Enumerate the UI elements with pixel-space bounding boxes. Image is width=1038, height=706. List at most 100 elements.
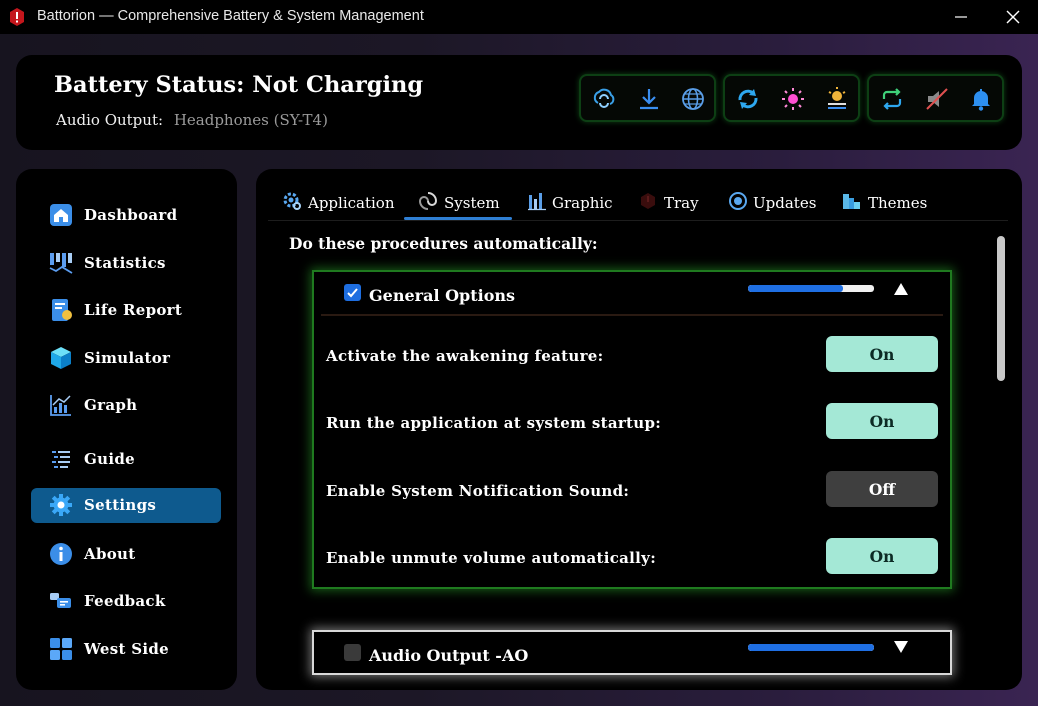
audio-output-value: Headphones (SY-T4) [173,111,328,129]
setting-label-unmute-volume: Enable unmute volume automatically: [326,549,657,567]
settings-tabs: Application System Graphic Tray Updates … [268,183,1008,221]
guide-icon [52,451,70,468]
sidebar-item-settings[interactable]: Settings [31,488,221,523]
tab-themes[interactable]: Themes [842,183,938,221]
sidebar-item-dashboard[interactable]: Dashboard [31,198,221,233]
bar-graph-icon [528,193,546,211]
themes-icon [843,194,860,209]
tab-label-tray: Tray [664,194,699,212]
sidebar-label-west-side: West Side [84,640,170,658]
awakening-toggle-button[interactable]: On [826,336,938,372]
expand-arrow-icon[interactable] [894,641,908,653]
sidebar-item-guide[interactable]: Guide [31,442,221,477]
collapse-arrow-icon[interactable] [894,283,908,295]
minimize-icon [955,16,967,18]
updates-icon [729,192,747,210]
tab-label-themes: Themes [868,194,928,212]
feedback-icon [50,593,71,608]
sidebar: Dashboard Statistics Life Report Simulat… [16,169,237,690]
minimize-button[interactable] [938,0,984,34]
sidebar-label-feedback: Feedback [84,592,166,610]
repeat-icon[interactable] [879,86,905,112]
sidebar-item-simulator[interactable]: Simulator [31,341,221,376]
tab-updates[interactable]: Updates [728,183,824,221]
app-logo-icon [10,8,24,26]
audio-output-group: Audio Output -AO [312,630,952,675]
graph-icon [50,395,71,416]
notification-sound-toggle-button[interactable]: Off [826,471,938,507]
brightness-icon[interactable] [780,86,806,112]
group-divider [321,314,943,316]
bell-icon[interactable] [968,86,994,112]
tab-system[interactable]: System [404,183,512,221]
sidebar-item-west-side[interactable]: West Side [31,632,221,667]
report-icon [52,299,72,321]
sidebar-item-statistics[interactable]: Statistics [31,246,221,281]
tab-label-updates: Updates [753,194,817,212]
sidebar-item-life-report[interactable]: Life Report [31,293,221,328]
audio-output-checkbox[interactable] [344,644,361,661]
audio-output-progress-fill [748,644,874,651]
sidebar-label-dashboard: Dashboard [84,206,178,224]
general-options-progress [748,285,874,292]
close-icon [1006,10,1020,24]
window-title: Battorion — Comprehensive Battery & Syst… [37,8,424,24]
tab-label-graphic: Graphic [552,194,613,212]
refresh-link-icon[interactable] [735,86,761,112]
tab-label-system: System [444,194,500,212]
tab-tray[interactable]: Tray [638,183,704,221]
status-header: Battery Status: Not Charging Audio Outpu… [16,55,1022,150]
sidebar-item-feedback[interactable]: Feedback [31,584,221,619]
home-icon [50,204,72,226]
general-options-progress-fill [748,285,843,292]
statistics-icon [49,253,73,274]
settings-panel: Application System Graphic Tray Updates … [256,169,1022,690]
audio-output-line: Audio Output: Headphones (SY-T4) [56,111,328,129]
startup-toggle-button[interactable]: On [826,403,938,439]
tab-application[interactable]: Application [282,183,395,221]
tray-icon [641,193,655,209]
toolbar-group-1 [579,74,716,122]
setting-label-awakening: Activate the awakening feature: [326,347,604,365]
sidebar-label-guide: Guide [84,450,135,468]
toolbar-group-3 [867,74,1004,122]
general-options-group: General Options Activate the awakening f… [312,270,952,589]
tab-label-application: Application [308,194,395,212]
tab-graphic[interactable]: Graphic [527,183,617,221]
vertical-scrollbar[interactable] [997,236,1005,381]
title-bar: Battorion — Comprehensive Battery & Syst… [0,0,1038,34]
section-heading: Do these procedures automatically: [289,234,598,253]
info-icon [50,543,72,565]
audio-output-title: Audio Output -AO [369,646,529,665]
gear-icon [50,494,72,516]
windows-icon [50,638,72,660]
sync-cloud-icon[interactable] [591,86,617,112]
sidebar-label-life-report: Life Report [84,301,183,319]
system-swirl-icon [418,192,438,210]
close-button[interactable] [990,0,1036,34]
sidebar-label-settings: Settings [84,496,157,514]
mute-speaker-icon[interactable] [924,86,950,112]
general-options-title: General Options [369,286,516,305]
equalizer-icon[interactable] [824,86,850,112]
battery-status-title: Battery Status: Not Charging [54,72,424,98]
sidebar-item-graph[interactable]: Graph [31,388,221,423]
unmute-volume-toggle-button[interactable]: On [826,538,938,574]
app-gear-icon [283,192,301,210]
globe-icon[interactable] [680,86,706,112]
sidebar-label-graph: Graph [84,396,138,414]
general-options-checkbox[interactable] [344,284,361,301]
toolbar-group-2 [723,74,860,122]
setting-label-notification-sound: Enable System Notification Sound: [326,482,630,500]
checkmark-icon [347,288,358,298]
sidebar-label-simulator: Simulator [84,349,171,367]
setting-label-startup: Run the application at system startup: [326,414,662,432]
active-tab-indicator [404,217,512,220]
sidebar-label-statistics: Statistics [84,254,166,272]
sidebar-label-about: About [84,545,136,563]
cube-icon [51,347,71,369]
download-icon[interactable] [636,86,662,112]
audio-output-progress [748,644,874,651]
sidebar-item-about[interactable]: About [31,537,221,572]
audio-output-label: Audio Output: [56,111,164,129]
